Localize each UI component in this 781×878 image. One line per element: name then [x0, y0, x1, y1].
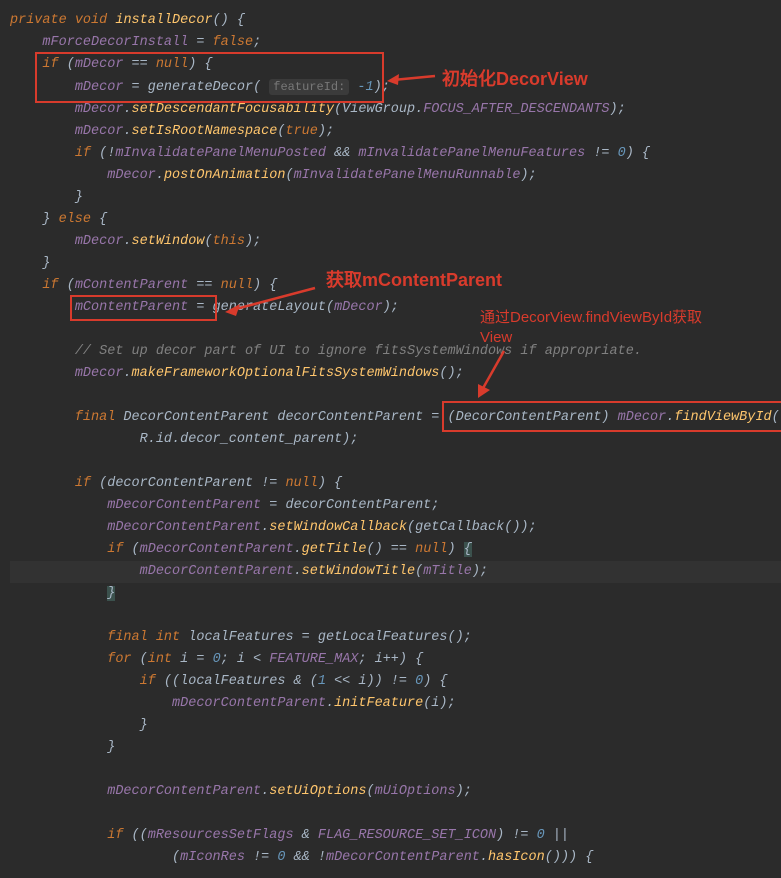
- code-block: private void installDecor() { mForceDeco…: [10, 10, 781, 869]
